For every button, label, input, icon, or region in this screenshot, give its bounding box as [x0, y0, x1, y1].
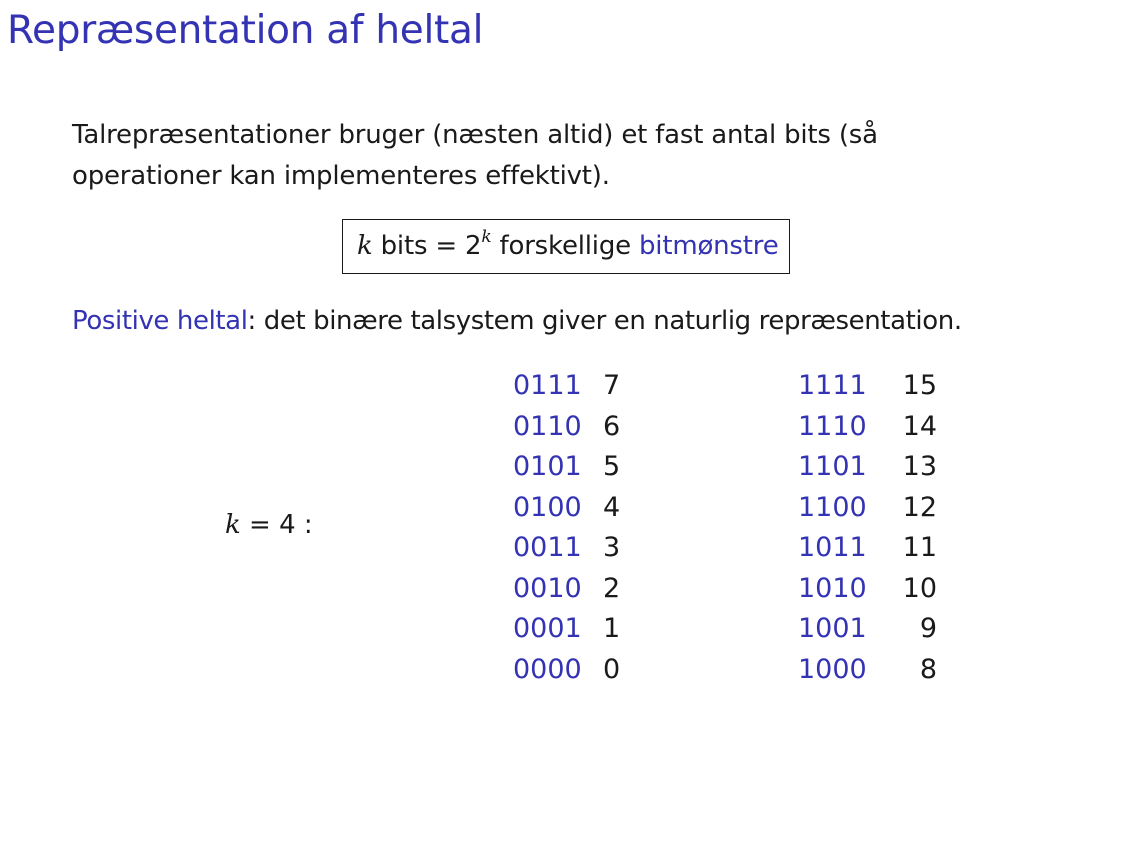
table-row: 1100 12: [798, 488, 958, 529]
positive-integers-line: Positive heltal: det binære talsystem gi…: [72, 301, 962, 342]
table-row: 1101 13: [798, 447, 958, 488]
bit-pattern: 0000: [513, 653, 582, 685]
k-var: k: [225, 510, 241, 540]
decimal-value: 12: [902, 491, 937, 523]
bit-pattern: 0010: [513, 572, 582, 604]
decimal-value: 5: [603, 451, 621, 482]
decimal-value: 7: [603, 370, 621, 401]
bit-pattern: 0100: [513, 491, 582, 523]
bit-pattern: 1100: [798, 491, 867, 523]
decimal-value: 6: [603, 410, 621, 442]
table-row: 0110 6: [513, 407, 653, 448]
intro-line-1: Talrepræsentationer bruger (næsten altid…: [72, 120, 878, 150]
formula-bits-text: bits = 2: [372, 231, 482, 261]
table-row: 1010 10: [798, 569, 958, 610]
table-row: 1011 11: [798, 528, 958, 569]
decimal-value: 15: [902, 370, 937, 401]
table-row: 1001 9: [798, 609, 958, 650]
table-row: 0100 4: [513, 488, 653, 529]
table-row: 0011 3: [513, 528, 653, 569]
decimal-value: 3: [603, 532, 621, 563]
decimal-value: 0: [603, 653, 621, 685]
slide-title: Repræsentation af heltal: [7, 8, 484, 53]
table-row: 1111 15: [798, 366, 958, 407]
formula-var-k: k: [357, 231, 373, 261]
intro-line-2: operationer kan implementeres effektivt)…: [72, 161, 610, 191]
bit-pattern: 1001: [798, 613, 867, 644]
bit-pattern: 0110: [513, 410, 582, 442]
table-row: 0101 5: [513, 447, 653, 488]
decimal-value: 4: [603, 491, 621, 523]
bit-pattern: 1111: [798, 370, 867, 401]
table-row: 0000 0: [513, 650, 653, 691]
k-value: = 4 :: [240, 510, 313, 540]
bit-pattern: 1000: [798, 653, 867, 685]
bit-pattern: 0001: [513, 613, 582, 644]
boxed-formula: k bits = 2k forskellige bitmønstre: [342, 219, 790, 274]
bit-pattern: 1010: [798, 572, 867, 604]
table-row: 1000 8: [798, 650, 958, 691]
bit-pattern: 1110: [798, 410, 867, 442]
positive-label: Positive heltal: [72, 306, 248, 336]
decimal-value: 13: [902, 451, 937, 482]
bit-pattern: 0011: [513, 532, 582, 563]
bit-pattern: 1011: [798, 532, 867, 563]
table-row: 1110 14: [798, 407, 958, 448]
intro-paragraph: Talrepræsentationer bruger (næsten altid…: [72, 115, 1072, 197]
bit-pattern: 1101: [798, 451, 867, 482]
bit-table-right: 1111 15 1110 14 1101 13 1100 12 1011 11 1010 10 1001…: [798, 366, 958, 690]
bit-pattern: 0111: [513, 370, 582, 401]
table-row: 0010 2: [513, 569, 653, 610]
table-row: 0111 7: [513, 366, 653, 407]
bit-table-left: 0111 7 0110 6 0101 5 0100 4 0011 3 0010 2 0001 1 0000 0: [513, 366, 653, 690]
formula-forskellige-text: forskellige: [491, 231, 639, 261]
formula-highlight-bitmonstre: bitmønstre: [639, 231, 779, 261]
positive-rest: : det binære talsystem giver en naturlig…: [247, 306, 963, 336]
decimal-value: 8: [919, 653, 937, 685]
table-row: 0001 1: [513, 609, 653, 650]
decimal-value: 1: [603, 613, 621, 644]
decimal-value: 14: [902, 410, 937, 442]
bit-pattern: 0101: [513, 451, 582, 482]
decimal-value: 10: [902, 572, 937, 604]
formula-exponent: k: [481, 227, 492, 247]
decimal-value: 9: [919, 613, 937, 644]
k-equals-label: k = 4 :: [225, 510, 313, 540]
decimal-value: 2: [603, 572, 621, 604]
decimal-value: 11: [902, 532, 937, 563]
